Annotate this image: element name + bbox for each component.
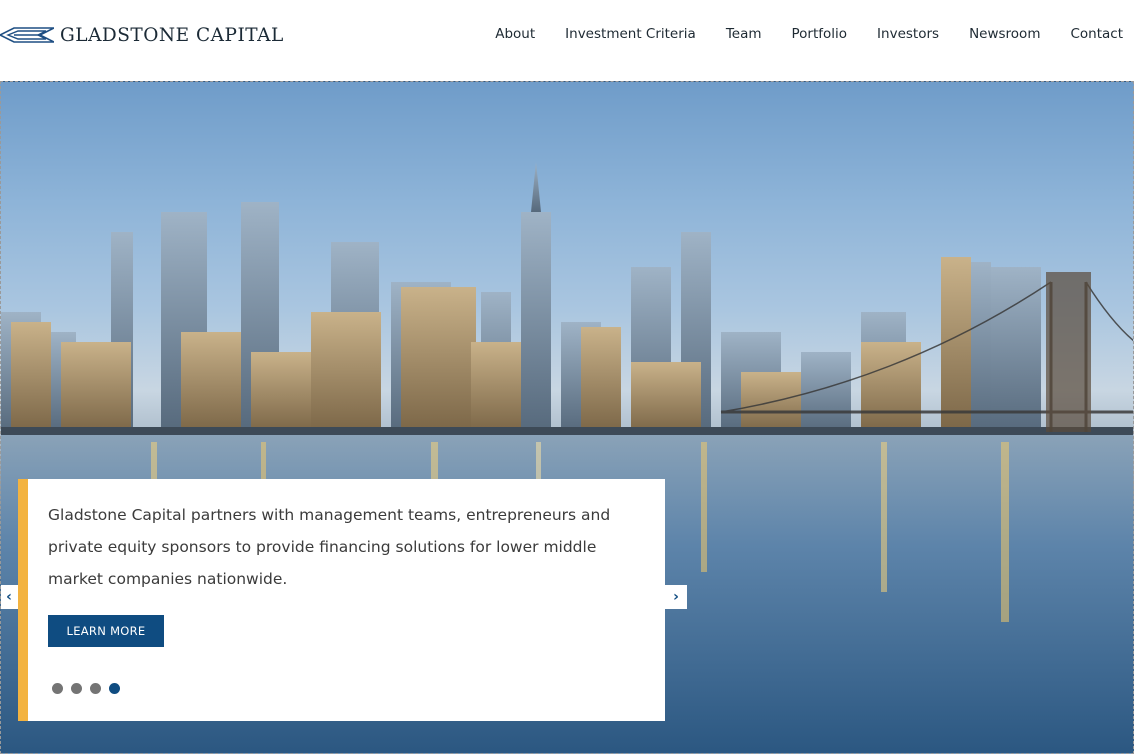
learn-more-button[interactable]: LEARN MORE (48, 615, 164, 647)
main-nav: About Investment Criteria Team Portfolio… (495, 25, 1123, 43)
caption-text: Gladstone Capital partners with manageme… (48, 506, 611, 588)
slide-caption: Gladstone Capital partners with manageme… (18, 479, 665, 721)
logo[interactable]: GLADSTONE CAPITAL (0, 22, 284, 48)
brand-name: GLADSTONE CAPITAL (60, 24, 284, 46)
nav-contact[interactable]: Contact (1070, 25, 1123, 43)
nav-about[interactable]: About (495, 25, 535, 43)
hero-slider: ‹ Gladstone Capital partners with manage… (0, 81, 1134, 754)
next-slide-button[interactable]: › (665, 585, 687, 609)
slide-dot-4[interactable] (109, 683, 120, 694)
nav-investors[interactable]: Investors (877, 25, 939, 43)
chevron-right-icon: › (673, 589, 679, 605)
chevron-left-icon: ‹ (6, 589, 12, 605)
nav-investment-criteria[interactable]: Investment Criteria (565, 25, 696, 43)
diamond-logo-icon (0, 27, 54, 43)
slide-dot-3[interactable] (90, 683, 101, 694)
nav-newsroom[interactable]: Newsroom (969, 25, 1040, 43)
nav-portfolio[interactable]: Portfolio (792, 25, 848, 43)
slide-dot-1[interactable] (52, 683, 63, 694)
prev-slide-button[interactable]: ‹ (1, 585, 18, 609)
slide-dot-2[interactable] (71, 683, 82, 694)
nav-team[interactable]: Team (726, 25, 762, 43)
slide-indicators (52, 683, 120, 694)
site-header: GLADSTONE CAPITAL About Investment Crite… (0, 0, 1134, 81)
